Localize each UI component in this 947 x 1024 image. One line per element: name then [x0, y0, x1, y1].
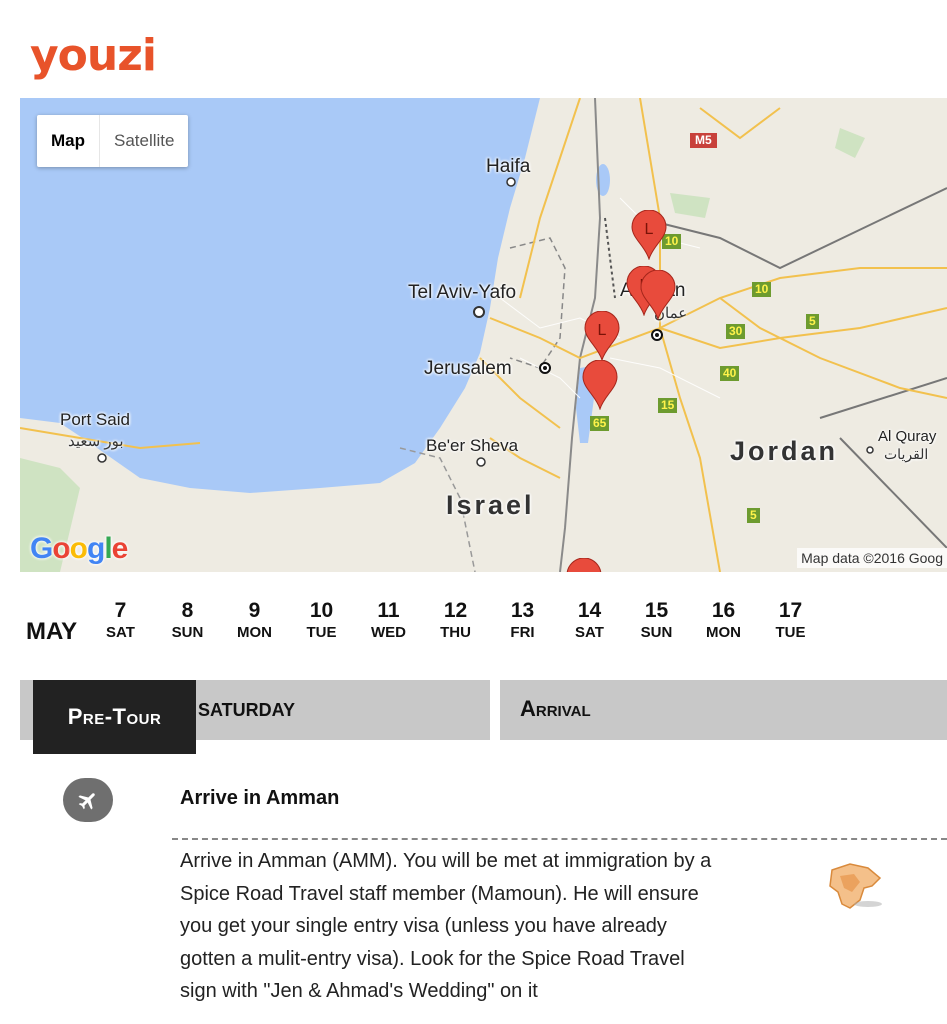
place-label-jordan: Jordan: [730, 436, 839, 466]
calendar-day-11[interactable]: 11 WED: [355, 598, 422, 642]
day-of-week: SAT: [106, 624, 135, 641]
day-of-week: TUE: [775, 624, 806, 641]
road-shield-30: 30: [726, 324, 746, 339]
road-shield-15: 15: [658, 398, 678, 413]
place-label-tel-aviv: Tel Aviv-Yafo: [408, 282, 517, 303]
calendar-month: MAY: [26, 618, 78, 645]
airplane-icon: [63, 778, 113, 822]
google-logo-letter: g: [87, 532, 105, 565]
day-number: 13: [510, 599, 535, 622]
day-number: 8: [181, 599, 194, 622]
description-line: Arrive in Amman (AMM). You will be met a…: [180, 850, 712, 872]
day-number: 9: [248, 599, 261, 622]
map-marker-5[interactable]: [582, 360, 618, 410]
description-line: gotten a mulit-entry visa). Look for the…: [180, 947, 685, 970]
day-title: Arrival: [520, 696, 591, 721]
day-of-week: MON: [237, 624, 272, 641]
google-logo-letter: o: [52, 532, 70, 565]
day-of-week: SUN: [640, 624, 673, 641]
day-of-week: THU: [440, 624, 471, 641]
place-label-port-said: Port Said: [60, 410, 130, 429]
day-number: 11: [377, 599, 400, 622]
day-number: 16: [711, 599, 736, 622]
route-map[interactable]: Map Satellite Haifa Tel Aviv-Yafo Jerusa…: [20, 98, 947, 572]
description-line: you get your single entry visa (unless y…: [180, 915, 667, 937]
map-type-control: Map Satellite: [37, 115, 189, 167]
day-number: 10: [309, 599, 334, 622]
day-weekday: SATURDAY: [198, 700, 296, 720]
day-number: 7: [114, 599, 127, 622]
map-attribution[interactable]: Map data ©2016 Goog: [797, 548, 947, 568]
place-label-jerusalem: Jerusalem: [424, 358, 512, 379]
day-of-week: SAT: [575, 624, 604, 641]
day-number: 14: [577, 599, 602, 622]
calendar-day-14[interactable]: 14 SAT: [556, 598, 623, 642]
map-view-button[interactable]: Map: [37, 115, 99, 167]
day-of-week: FRI: [510, 624, 535, 641]
day-header-right: Arrival: [500, 680, 947, 740]
google-logo-letter: G: [30, 532, 53, 565]
calendar-day-8[interactable]: 8 SUN: [154, 598, 221, 642]
road-shield-40: 40: [720, 366, 740, 381]
place-label-haifa: Haifa: [486, 156, 531, 177]
road-shield-65: 65: [590, 416, 610, 431]
road-shield-5a: 5: [806, 314, 819, 329]
description-line: Spice Road Travel staff member (Mamoun).…: [180, 882, 699, 905]
google-logo[interactable]: Google: [30, 532, 129, 566]
itinerary-item-title: Arrive in Amman: [180, 787, 340, 809]
map-marker-3[interactable]: [640, 270, 676, 320]
google-logo-letter: l: [104, 532, 112, 565]
place-label-israel: Israel: [446, 490, 535, 520]
day-number: 12: [443, 599, 468, 622]
day-header: SATURDAY Arrival Pre-Tour: [20, 680, 947, 754]
marker-label: L: [645, 221, 654, 238]
day-of-week: WED: [371, 624, 406, 641]
road-shield-m5: M5: [690, 133, 717, 148]
day-number: 15: [644, 599, 669, 622]
place-label-beer-sheva: Be'er Sheva: [426, 436, 519, 455]
road-shield-5b: 5: [747, 508, 760, 523]
pre-tour-badge: Pre-Tour: [33, 680, 196, 754]
description-line: sign with "Jen & Ahmad's Wedding" on it: [180, 980, 538, 1002]
calendar-day-15[interactable]: 15 SUN: [623, 598, 690, 642]
map-marker-1[interactable]: L: [631, 210, 667, 260]
day-of-week: MON: [706, 624, 741, 641]
calendar-day-17[interactable]: 17 TUE: [757, 598, 824, 642]
youzi-logo[interactable]: youzi: [30, 30, 157, 81]
place-label-port-said-arabic: بور سعيد: [68, 433, 124, 450]
road-shield-10b: 10: [752, 282, 772, 297]
itinerary-item-description: Arrive in Amman (AMM). You will be met a…: [180, 845, 810, 1008]
place-label-al-quray-arabic: القريات: [884, 446, 929, 462]
itinerary-divider: [172, 838, 947, 840]
calendar-day-12[interactable]: 12 THU: [422, 598, 489, 642]
calendar-day-16[interactable]: 16 MON: [690, 598, 757, 642]
map-marker-4[interactable]: L: [584, 311, 620, 361]
marker-label: L: [598, 322, 607, 339]
google-logo-letter: e: [111, 532, 129, 565]
place-label-al-quray: Al Quray: [878, 428, 937, 445]
map-marker-6[interactable]: [566, 558, 602, 572]
day-of-week: SUN: [171, 624, 204, 641]
calendar-day-strip: 7 SAT 8 SUN 9 MON 10 TUE 11 WED 12 THU 13 FRI 1…: [87, 598, 824, 642]
day-number: 17: [778, 599, 803, 622]
calendar-day-10[interactable]: 10 TUE: [288, 598, 355, 642]
jordan-map-thumbnail[interactable]: [820, 852, 886, 918]
calendar-day-13[interactable]: 13 FRI: [489, 598, 556, 642]
calendar-day-9[interactable]: 9 MON: [221, 598, 288, 642]
google-logo-letter: o: [69, 532, 88, 565]
airplane-glyph: [78, 793, 95, 810]
day-of-week: TUE: [306, 624, 337, 641]
calendar-day-7[interactable]: 7 SAT: [87, 598, 154, 642]
satellite-view-button[interactable]: Satellite: [100, 115, 188, 167]
